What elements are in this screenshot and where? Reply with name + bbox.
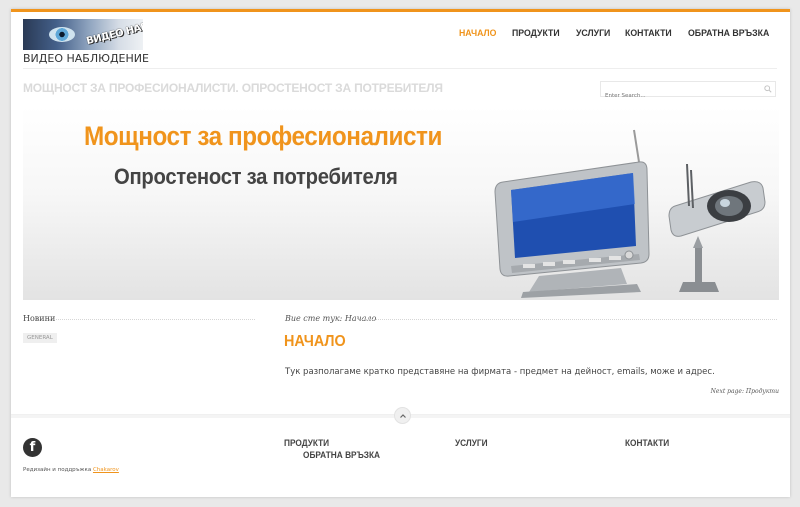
- eye-icon: [49, 27, 75, 42]
- footer-link-feedback[interactable]: ОБРАТНА ВРЪЗКА: [303, 450, 380, 461]
- facebook-button[interactable]: f: [23, 438, 42, 457]
- logo-text: ВИДЕО НАБЛЮДЕНИЕ: [85, 19, 143, 48]
- search-icon[interactable]: [764, 85, 772, 93]
- news-title-divider: [49, 319, 255, 320]
- nav-item-feedback[interactable]: ОБРАТНА ВРЪЗКА: [688, 28, 769, 40]
- search-box: [600, 81, 776, 103]
- footer-link-contacts[interactable]: КОНТАКТИ: [625, 438, 669, 449]
- breadcrumb-divider: [361, 319, 777, 320]
- page-body-text: Тук разполагаме кратко представяне на фи…: [285, 367, 715, 377]
- page-container: ВИДЕО НАБЛЮДЕНИЕ ВИДЕО НАБЛЮДЕНИЕ НАЧАЛО…: [11, 9, 790, 497]
- search-input[interactable]: [601, 89, 751, 103]
- header-divider: [23, 68, 777, 69]
- nav-item-home[interactable]: НАЧАЛО: [459, 28, 496, 40]
- credits-link[interactable]: Chakarov: [93, 467, 119, 473]
- site-logo[interactable]: ВИДЕО НАБЛЮДЕНИЕ: [23, 19, 143, 50]
- footer-link-services[interactable]: УСЛУГИ: [455, 438, 488, 449]
- page-title: НАЧАЛО: [284, 333, 346, 350]
- footer-credits: Редизайн и поддръжка Chakarov: [23, 466, 119, 474]
- hero-banner: Мощност за професионалисти Опростеност з…: [23, 106, 779, 300]
- facebook-icon: f: [29, 440, 36, 455]
- site-name[interactable]: ВИДЕО НАБЛЮДЕНИЕ: [23, 52, 149, 66]
- main-nav: НАЧАЛО ПРОДУКТИ УСЛУГИ КОНТАКТИ ОБРАТНА …: [459, 28, 776, 40]
- nav-item-products[interactable]: ПРОДУКТИ: [512, 28, 560, 40]
- site-tagline: МОЩНОСТ ЗА ПРОФЕСИОНАЛИСТИ. ОПРОСТЕНОСТ …: [23, 81, 443, 95]
- nav-item-services[interactable]: УСЛУГИ: [576, 28, 610, 40]
- next-page-link[interactable]: Next page: Продукти: [711, 388, 779, 396]
- nav-item-contacts[interactable]: КОНТАКТИ: [625, 28, 672, 40]
- footer-link-products[interactable]: ПРОДУКТИ: [284, 438, 329, 449]
- monitor-camera-image: [494, 129, 766, 298]
- banner-headline: Мощност за професионалисти: [84, 121, 443, 151]
- back-to-top-button[interactable]: [394, 407, 411, 424]
- credits-text: Редизайн и поддръжка: [23, 467, 93, 473]
- banner-subheadline: Опростеност за потребителя: [114, 164, 398, 189]
- chevron-up-icon: [400, 414, 406, 418]
- tag-general[interactable]: GENERAL: [23, 333, 57, 343]
